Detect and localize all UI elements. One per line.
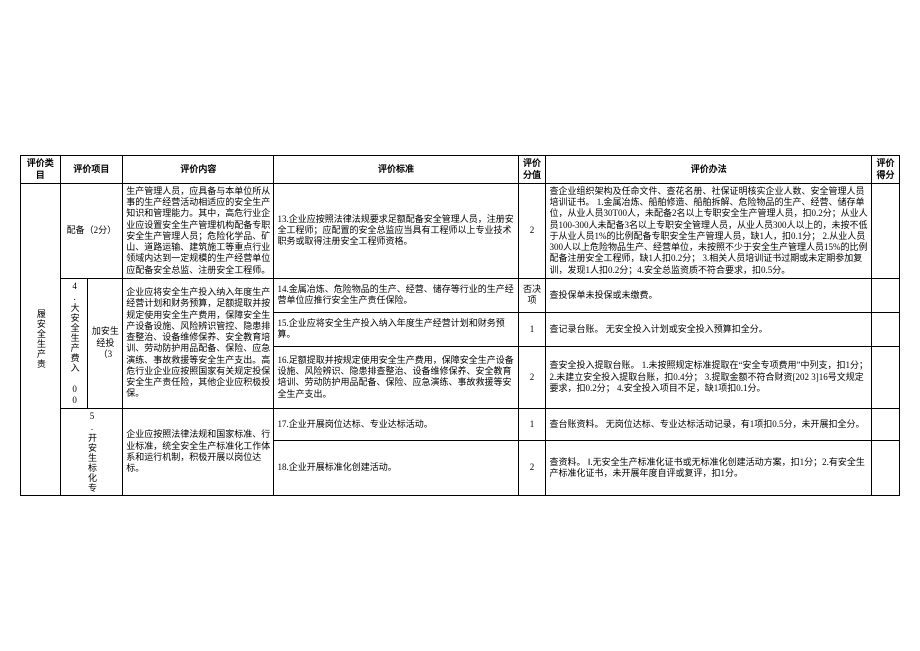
method-cell: 查台账资料。 无岗位达标、专业达标活动记录，有1项扣0.5分，未开展扣全分。 (546, 408, 872, 440)
table-row: 履安全生产责 配备（2分） 生产管理人员，应具备与本单位所从事的生产经营活动相适… (21, 183, 900, 278)
content-cell: 企业应按照法律法规和国家标准、行业标准，统全安全生产标准化工作体系和运行机制，积… (123, 408, 274, 495)
header-project: 评价项目 (60, 156, 123, 184)
score-cell (872, 441, 900, 496)
points-cell: 1 (518, 312, 546, 346)
score-cell (872, 408, 900, 440)
content-cell: 生产管理人员，应具备与本单位所从事的生产经营活动相适应的安全生产知识和管理能力。… (123, 183, 274, 278)
points-cell: 2 (518, 183, 546, 278)
header-content: 评价内容 (123, 156, 274, 184)
table-row: 4.大安全生产费入 00 加安生经投（3 企业应将安全生产投入纳入年度生产经营计… (21, 278, 900, 312)
standard-cell: 14.金属冶炼、危险物品的生产、经营、储存等行业的生产经营单位应推行安全生产责任… (274, 278, 518, 312)
sub-project-cell: 4.大安全生产费入 00 (60, 278, 88, 408)
standard-cell: 15.企业应将安全生产投入纳入年度生产经营计划和财务预算。 (274, 312, 518, 346)
sub-project-cell: 5.开安生标化专 (60, 408, 123, 495)
config-cell: 加安生经投（3 (88, 278, 123, 408)
evaluation-table: 评价类目 评价项目 评价内容 评价标准 评价分值 评价办法 评价得分 履安全生产… (20, 155, 900, 496)
points-cell: 2 (518, 441, 546, 496)
score-cell (872, 346, 900, 408)
points-cell: 2 (518, 346, 546, 408)
points-cell: 否决项 (518, 278, 546, 312)
method-cell: 查记录台账。 无安全投入计划或安全投入预算扣全分。 (546, 312, 872, 346)
standard-cell: 17.企业开展岗位达标、专业达标活动。 (274, 408, 518, 440)
header-category: 评价类目 (21, 156, 61, 184)
score-cell (872, 312, 900, 346)
score-cell (872, 183, 900, 278)
header-standard: 评价标准 (274, 156, 518, 184)
method-cell: 查安全投入提取台账。 1.未按照规定标准提取在“安全专项费用”中列支，扣1分； … (546, 346, 872, 408)
score-cell (872, 278, 900, 312)
table-row: 5.开安生标化专 企业应按照法律法规和国家标准、行业标准，统全安全生产标准化工作… (21, 408, 900, 440)
header-score: 评价得分 (872, 156, 900, 184)
config-cell: 配备（2分） (60, 183, 123, 278)
standard-cell: 16.足额提取并按规定使用安全生产费用，保障安全生产设备设施、风险辨识、隐患排查… (274, 346, 518, 408)
category-cell: 履安全生产责 (21, 183, 61, 495)
method-cell: 查投保单未投保或未缴费。 (546, 278, 872, 312)
content-cell: 企业应将安全生产投入纳入年度生产经营计划和财务预算，足额提取并按规定使用安全生产… (123, 278, 274, 408)
method-cell: 查资料。 Ⅰ.无安全生产标准化证书或无标准化创建活动方案，扣1分；2.有安全生产… (546, 441, 872, 496)
standard-cell: 13.企业应按照法律法规要求足额配备安全管理人员，注册安全工程师；应配置的安全总… (274, 183, 518, 278)
header-method: 评价办法 (546, 156, 872, 184)
method-cell: 查企业组织架构及任命文件、查花名册、社保证明核实企业人数、安全管理人员培训证书。… (546, 183, 872, 278)
points-cell: 1 (518, 408, 546, 440)
standard-cell: 18.企业开展标准化创建活动。 (274, 441, 518, 496)
header-points: 评价分值 (518, 156, 546, 184)
